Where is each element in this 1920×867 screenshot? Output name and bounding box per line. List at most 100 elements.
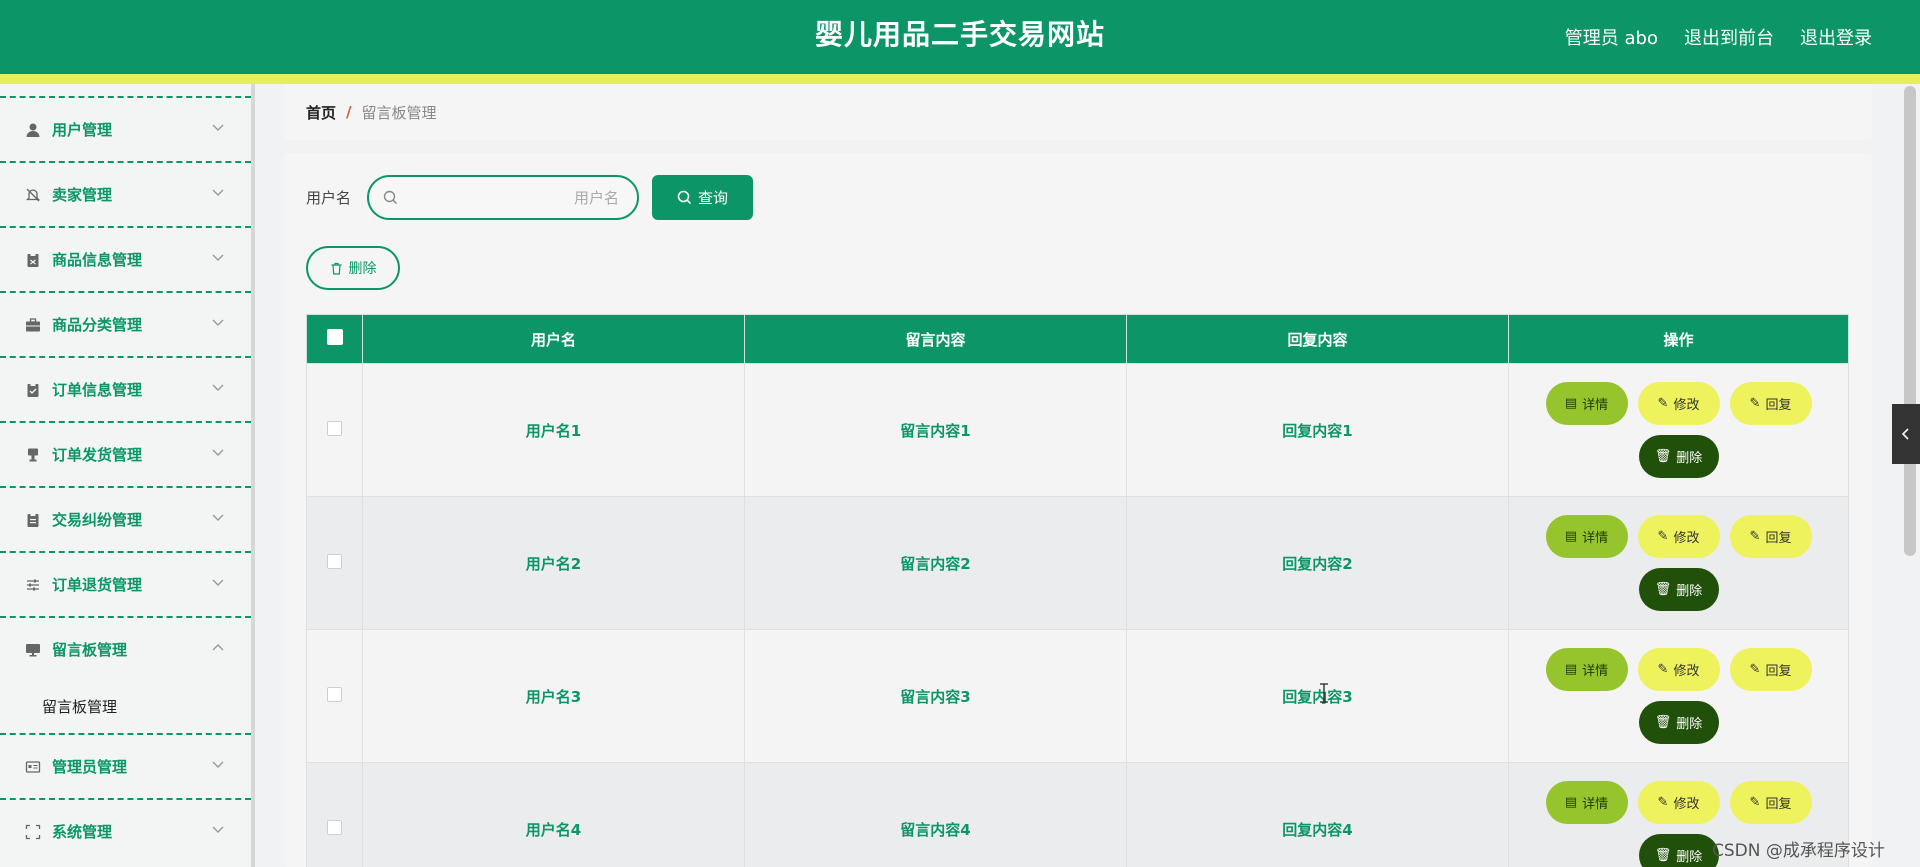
clipboard-icon xyxy=(24,511,42,529)
reply-button[interactable]: ✎ 回复 xyxy=(1729,515,1812,558)
logout-link[interactable]: 退出登录 xyxy=(1800,24,1872,50)
row-checkbox[interactable] xyxy=(327,420,342,436)
search-input[interactable] xyxy=(409,185,619,211)
chevron-left-icon xyxy=(1901,428,1909,440)
stamp-icon xyxy=(24,446,42,464)
breadcrumb-home[interactable]: 首页 xyxy=(306,102,336,123)
cell-username: 用户名4 xyxy=(362,762,745,867)
cell-reply: 回复内容2 xyxy=(1126,496,1509,630)
page-scrollbar[interactable] xyxy=(1904,86,1916,556)
search-icon xyxy=(677,190,692,205)
sidebar-item-order-return[interactable]: 订单退货管理 xyxy=(0,551,251,616)
sidebar-item-product-info[interactable]: 商品信息管理 xyxy=(0,226,251,291)
cell-username: 用户名1 xyxy=(362,363,745,497)
chevron-down-icon xyxy=(212,189,224,196)
edit-button[interactable]: ✎ 修改 xyxy=(1637,781,1720,824)
pencil-icon: ✎ xyxy=(1657,529,1669,544)
column-header-reply: 回复内容 xyxy=(1126,314,1509,364)
sidebar-item-label: 卖家管理 xyxy=(52,186,113,204)
trash-icon: 🗑 xyxy=(1654,449,1672,464)
trash-icon xyxy=(331,262,341,275)
detail-button[interactable]: ▤ 详情 xyxy=(1545,515,1628,558)
reply-button[interactable]: ✎ 回复 xyxy=(1729,382,1812,425)
delete-button[interactable]: 🗑 删除 xyxy=(1638,435,1719,478)
table-row: 用户名4 留言内容4 回复内容4 ▤ 详情 ✎ 修改 ✎ 回复 🗑 删除 xyxy=(306,762,1849,867)
query-button[interactable]: 查询 xyxy=(652,175,753,220)
sidebar-item-label: 订单退货管理 xyxy=(52,576,143,594)
sidebar-item-seller[interactable]: 卖家管理 xyxy=(0,161,251,226)
cell-message: 留言内容4 xyxy=(744,762,1127,867)
exit-to-front-link[interactable]: 退出到前台 xyxy=(1684,24,1774,50)
pencil-icon: ✎ xyxy=(1749,396,1761,411)
sidebar-item-label: 系统管理 xyxy=(52,823,113,841)
row-checkbox[interactable] xyxy=(327,553,342,569)
document-icon: ▤ xyxy=(1564,396,1578,411)
sidebar-item-message-board[interactable]: 留言板管理 xyxy=(0,616,251,681)
edit-label: 修改 xyxy=(1673,797,1700,812)
reply-button[interactable]: ✎ 回复 xyxy=(1729,648,1812,691)
delete-label: 删除 xyxy=(1676,584,1703,599)
document-icon: ▤ xyxy=(1564,795,1578,810)
chevron-down-icon xyxy=(212,254,224,261)
side-panel-toggle[interactable] xyxy=(1892,404,1920,464)
edit-button[interactable]: ✎ 修改 xyxy=(1637,648,1720,691)
search-icon xyxy=(383,190,397,204)
monitor-icon xyxy=(24,641,42,659)
pencil-icon: ✎ xyxy=(1749,662,1761,677)
sidebar-item-label: 商品信息管理 xyxy=(52,251,143,269)
sidebar-subitem-message-board[interactable]: 留言板管理 xyxy=(0,681,251,733)
chevron-down-icon xyxy=(212,579,224,586)
chevron-down-icon xyxy=(212,449,224,456)
delete-button[interactable]: 🗑 删除 xyxy=(1638,834,1719,867)
chevron-down-icon xyxy=(212,319,224,326)
column-header-actions: 操作 xyxy=(1508,314,1849,364)
sidebar-item-product-category[interactable]: 商品分类管理 xyxy=(0,291,251,356)
detail-button[interactable]: ▤ 详情 xyxy=(1545,781,1628,824)
reply-label: 回复 xyxy=(1765,664,1792,679)
batch-delete-label: 删除 xyxy=(348,261,377,277)
sidebar-item-user[interactable]: 用户管理 xyxy=(0,96,251,161)
reply-label: 回复 xyxy=(1765,531,1792,546)
sidebar-item-system[interactable]: 系统管理 xyxy=(0,798,251,863)
detail-button[interactable]: ▤ 详情 xyxy=(1545,382,1628,425)
reply-label: 回复 xyxy=(1765,398,1792,413)
sidebar-item-order-shipping[interactable]: 订单发货管理 xyxy=(0,421,251,486)
table-header-row: 用户名 留言内容 回复内容 操作 xyxy=(306,314,1849,364)
sliders-icon xyxy=(24,576,42,594)
pencil-icon: ✎ xyxy=(1749,529,1761,544)
briefcase-icon xyxy=(24,316,42,334)
cell-reply: 回复内容4 xyxy=(1126,762,1509,867)
chevron-up-icon xyxy=(212,644,224,651)
select-all-checkbox[interactable] xyxy=(326,329,343,345)
pencil-icon: ✎ xyxy=(1657,795,1669,810)
delete-button[interactable]: 🗑 删除 xyxy=(1638,701,1719,744)
batch-delete-button[interactable]: 删除 xyxy=(306,246,400,290)
pencil-icon: ✎ xyxy=(1657,662,1669,677)
reply-button[interactable]: ✎ 回复 xyxy=(1729,781,1812,824)
delete-label: 删除 xyxy=(1676,717,1703,732)
detail-label: 详情 xyxy=(1582,398,1609,413)
search-label: 用户名 xyxy=(306,189,352,207)
cell-actions: ▤ 详情 ✎ 修改 ✎ 回复 🗑 删除 xyxy=(1508,363,1849,497)
row-checkbox[interactable] xyxy=(327,819,342,835)
search-box xyxy=(367,175,639,220)
detail-label: 详情 xyxy=(1582,797,1609,812)
edit-button[interactable]: ✎ 修改 xyxy=(1637,382,1720,425)
table-row: 用户名2 留言内容2 回复内容2 ▤ 详情 ✎ 修改 ✎ 回复 🗑 删除 xyxy=(306,496,1849,630)
delete-button[interactable]: 🗑 删除 xyxy=(1638,568,1719,611)
breadcrumb-current: 留言板管理 xyxy=(361,103,437,122)
select-all-cell xyxy=(306,314,363,364)
detail-button[interactable]: ▤ 详情 xyxy=(1545,648,1628,691)
id-card-icon xyxy=(24,758,42,776)
admin-user-link[interactable]: 管理员 abo xyxy=(1565,24,1658,50)
delete-label: 删除 xyxy=(1676,451,1703,466)
edit-button[interactable]: ✎ 修改 xyxy=(1637,515,1720,558)
cell-message: 留言内容2 xyxy=(744,496,1127,630)
sidebar-item-order-info[interactable]: 订单信息管理 xyxy=(0,356,251,421)
sidebar-item-dispute[interactable]: 交易纠纷管理 xyxy=(0,486,251,551)
sidebar-item-admin[interactable]: 管理员管理 xyxy=(0,733,251,798)
row-checkbox[interactable] xyxy=(327,686,342,702)
chevron-down-icon xyxy=(212,514,224,521)
chevron-down-icon xyxy=(212,124,224,131)
cell-message: 留言内容1 xyxy=(744,363,1127,497)
